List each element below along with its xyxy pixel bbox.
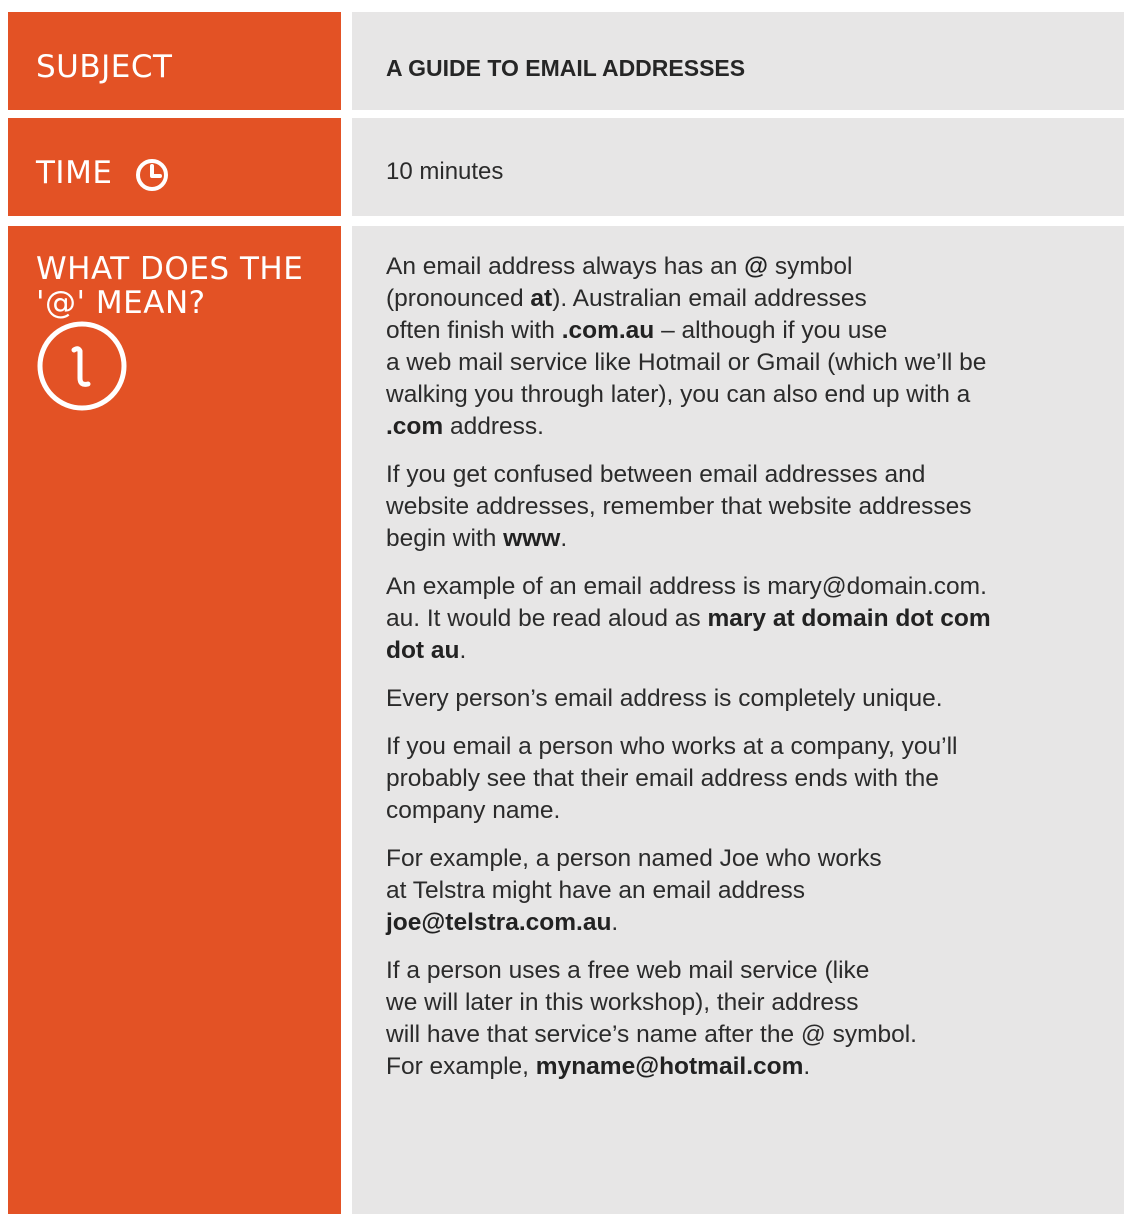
text: If you get confused between email addres…: [386, 461, 926, 488]
paragraph-company: If you email a person who works at a com…: [386, 731, 1122, 827]
text: begin with: [386, 525, 504, 552]
time-value: 10 minutes: [386, 158, 504, 185]
text: .: [611, 909, 619, 936]
paragraph-example-address: An example of an email address is mary@d…: [386, 571, 1122, 667]
text: (pronounced: [386, 285, 531, 312]
what-label-line2: '@' MEAN?: [36, 285, 206, 321]
text: – although if you use: [654, 317, 888, 344]
bold-text: mary at domain dot com: [707, 605, 991, 632]
text: An example of an email address is mary@d…: [386, 573, 987, 600]
subject-title: A GUIDE TO EMAIL ADDRESSES: [386, 55, 746, 81]
text: An email address always has an: [386, 253, 745, 280]
subject-label: SUBJECT: [36, 49, 173, 85]
text: symbol: [768, 253, 853, 280]
bold-text: .com.au: [561, 317, 655, 344]
what-label: WHAT DOES THE '@' MEAN?: [36, 252, 326, 320]
text: If you email a person who works at a com…: [386, 733, 958, 760]
bold-text: dot au: [386, 637, 460, 664]
text: .: [459, 637, 467, 664]
subject-label-cell: SUBJECT: [8, 12, 341, 110]
text: a web mail service like Hotmail or Gmail…: [386, 349, 987, 376]
lesson-card: SUBJECT A GUIDE TO EMAIL ADDRESSES TIME …: [0, 0, 1124, 1214]
text: will have that service’s name after the …: [386, 1021, 917, 1048]
text: For example, a person named Joe who work…: [386, 845, 882, 872]
clock-icon: [136, 159, 168, 191]
bold-text: myname@hotmail.com: [535, 1053, 804, 1080]
time-label: TIME: [36, 155, 113, 191]
time-label-cell: TIME: [8, 118, 341, 216]
text: au. It would be read aloud as: [386, 605, 708, 632]
time-value-cell: 10 minutes: [352, 118, 1124, 216]
text: For example,: [386, 1053, 536, 1080]
text: walking you through later), you can also…: [386, 381, 971, 408]
explanation-text: An email address always has an @ symbol …: [386, 251, 1122, 1099]
subject-row: SUBJECT A GUIDE TO EMAIL ADDRESSES: [8, 12, 1124, 110]
what-label-cell: WHAT DOES THE '@' MEAN?: [8, 226, 341, 1214]
text: address.: [443, 413, 544, 440]
time-row: TIME 10 minutes: [8, 118, 1124, 216]
bold-text: at: [530, 285, 553, 312]
info-icon: [37, 321, 127, 411]
text: probably see that their email address en…: [386, 765, 939, 792]
text: we will later in this workshop), their a…: [386, 989, 859, 1016]
text: .: [560, 525, 568, 552]
text: ). Australian email addresses: [552, 285, 867, 312]
paragraph-website-addresses: If you get confused between email addres…: [386, 459, 1122, 555]
bold-text: @: [744, 253, 769, 280]
text: website addresses, remember that website…: [386, 493, 972, 520]
text: at Telstra might have an email address: [386, 877, 805, 904]
paragraph-telstra-example: For example, a person named Joe who work…: [386, 843, 1122, 939]
text: company name.: [386, 797, 561, 824]
what-label-line1: WHAT DOES THE: [36, 251, 304, 287]
text: If a person uses a free web mail service…: [386, 957, 870, 984]
bold-text: joe@telstra.com.au: [386, 909, 612, 936]
bold-text: www: [503, 525, 561, 552]
paragraph-unique: Every person’s email address is complete…: [386, 685, 943, 712]
what-row: WHAT DOES THE '@' MEAN? An email address…: [8, 226, 1124, 1214]
text: .: [803, 1053, 811, 1080]
text: often finish with: [386, 317, 562, 344]
paragraph-web-mail: If a person uses a free web mail service…: [386, 955, 1122, 1083]
subject-value-cell: A GUIDE TO EMAIL ADDRESSES: [352, 12, 1124, 110]
bold-text: .com: [386, 413, 444, 440]
paragraph-at-symbol: An email address always has an @ symbol …: [386, 251, 1122, 443]
what-content-cell: An email address always has an @ symbol …: [352, 226, 1124, 1214]
